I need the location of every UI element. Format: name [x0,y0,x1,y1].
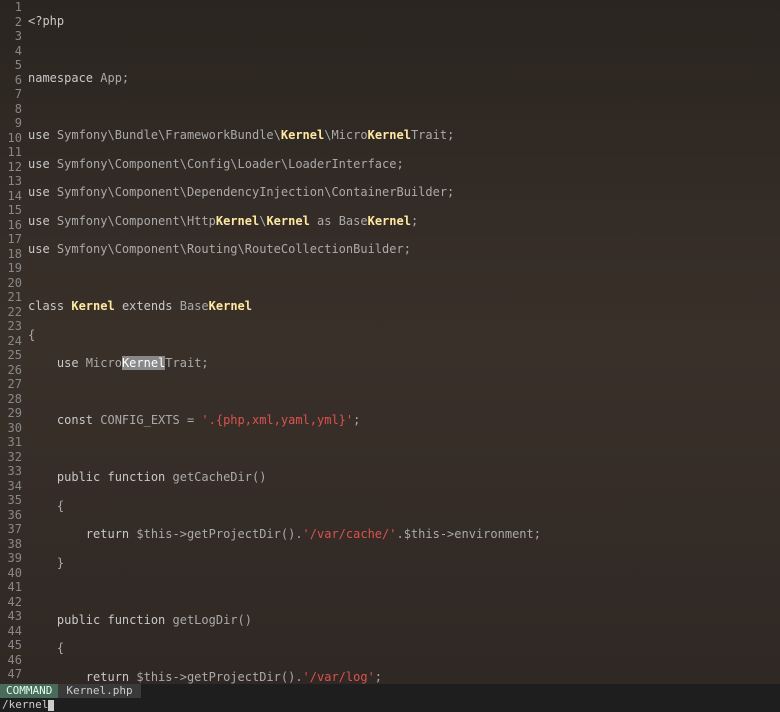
line-number: 28 [0,392,22,407]
line-number: 9 [0,116,22,131]
line-number: 41 [0,580,22,595]
code-line[interactable]: return $this->getProjectDir().'/var/log'… [28,670,780,685]
line-number: 17 [0,232,22,247]
line-number: 25 [0,348,22,363]
code-line[interactable]: <?php [28,14,780,29]
line-number: 18 [0,247,22,262]
line-number: 14 [0,189,22,204]
line-number: 6 [0,73,22,88]
line-number: 40 [0,566,22,581]
line-number: 11 [0,145,22,160]
line-number: 38 [0,537,22,552]
code-line[interactable]: use Symfony\Component\HttpKernel\Kernel … [28,214,780,229]
line-number: 1 [0,0,22,15]
code-line[interactable]: use Symfony\Bundle\FrameworkBundle\Kerne… [28,128,780,143]
line-number: 12 [0,160,22,175]
code-line[interactable]: use MicroKernelTrait; [28,356,780,371]
line-number: 35 [0,493,22,508]
line-number: 27 [0,377,22,392]
line-number: 15 [0,203,22,218]
code-line[interactable]: const CONFIG_EXTS = '.{php,xml,yaml,yml}… [28,413,780,428]
code-line[interactable]: { [28,641,780,656]
line-number: 30 [0,421,22,436]
command-line[interactable]: /kernel [0,698,780,712]
line-number: 22 [0,305,22,320]
line-number: 44 [0,624,22,639]
line-number: 4 [0,44,22,59]
line-number: 21 [0,290,22,305]
code-line[interactable]: { [28,499,780,514]
line-number: 23 [0,319,22,334]
code-line[interactable]: use Symfony\Component\DependencyInjectio… [28,185,780,200]
line-number: 5 [0,58,22,73]
line-number: 31 [0,435,22,450]
code-line[interactable] [28,271,780,286]
code-line[interactable]: use Symfony\Component\Config\Loader\Load… [28,157,780,172]
line-number: 29 [0,406,22,421]
line-number: 13 [0,174,22,189]
code-line[interactable] [28,100,780,115]
line-number: 36 [0,508,22,523]
code-line[interactable]: namespace App; [28,71,780,86]
vim-mode-indicator: COMMAND [0,684,58,698]
line-number: 43 [0,609,22,624]
line-number: 33 [0,464,22,479]
line-number: 7 [0,87,22,102]
line-number: 42 [0,595,22,610]
line-number: 19 [0,261,22,276]
code-line[interactable] [28,43,780,58]
line-number: 8 [0,102,22,117]
code-area[interactable]: <?php namespace App; use Symfony\Bundle\… [28,0,780,684]
line-number: 3 [0,29,22,44]
line-number: 34 [0,479,22,494]
line-number: 16 [0,218,22,233]
code-line[interactable]: public function getCacheDir() [28,470,780,485]
code-line[interactable] [28,385,780,400]
editor-viewport[interactable]: 1 2 3 4 5 6 7 8 9 10 11 12 13 14 15 16 1… [0,0,780,684]
code-line[interactable]: class Kernel extends BaseKernel [28,299,780,314]
code-line[interactable]: use Symfony\Component\Routing\RouteColle… [28,242,780,257]
line-number: 32 [0,450,22,465]
code-line[interactable]: public function getLogDir() [28,613,780,628]
line-number: 24 [0,334,22,349]
code-line[interactable]: } [28,556,780,571]
line-number: 46 [0,653,22,668]
line-number: 10 [0,131,22,146]
status-bar: COMMAND Kernel.php [0,684,780,698]
search-match-current: Kernel [122,356,165,370]
line-number: 20 [0,276,22,291]
line-number: 37 [0,522,22,537]
code-line[interactable]: { [28,328,780,343]
line-number: 2 [0,15,22,30]
command-text: /kernel [2,698,48,711]
line-number: 39 [0,551,22,566]
code-line[interactable] [28,584,780,599]
line-number: 47 [0,667,22,682]
line-number: 26 [0,363,22,378]
code-line[interactable] [28,442,780,457]
code-line[interactable]: return $this->getProjectDir().'/var/cach… [28,527,780,542]
line-number: 45 [0,638,22,653]
line-number-gutter: 1 2 3 4 5 6 7 8 9 10 11 12 13 14 15 16 1… [0,0,28,684]
cursor-icon [48,700,54,711]
status-filename: Kernel.php [58,684,140,698]
